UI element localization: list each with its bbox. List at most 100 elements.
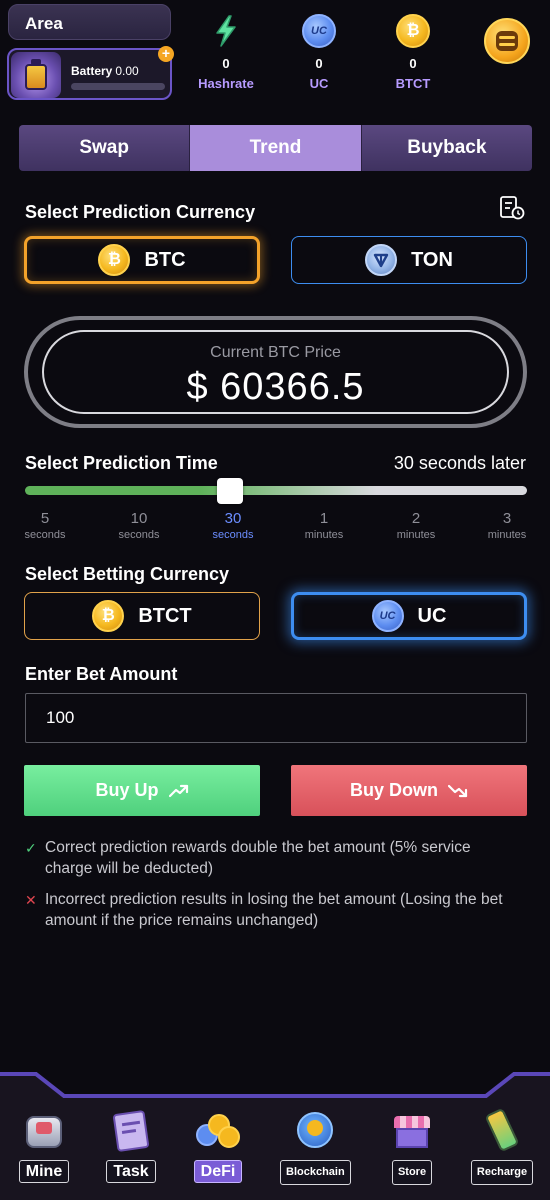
betting-currency-btct-label: BTCT [138, 604, 192, 627]
buy-up-button[interactable]: Buy Up [24, 765, 260, 816]
btct-stat: ₿ 0 BTCT [373, 14, 453, 91]
hashrate-stat: 0 Hashrate [186, 14, 266, 91]
cross-icon: ✕ [25, 892, 37, 908]
nav-store-label: Store [391, 1160, 433, 1185]
nav-task-label: Task [106, 1160, 156, 1183]
hashrate-bolt-icon [209, 14, 243, 48]
time-tick-1-minutes[interactable]: 1 minutes [289, 510, 359, 541]
time-tick-10-seconds[interactable]: 10 seconds [104, 510, 174, 541]
time-tick-30-seconds-value: 30 [224, 510, 242, 527]
battery-label-text: Battery [71, 64, 113, 78]
nav-blockchain-label: Blockchain [280, 1160, 351, 1185]
rule-correct: ✓ Correct prediction rewards double the … [25, 837, 515, 879]
uc-coin-icon: UC [371, 600, 404, 632]
task-icon [109, 1108, 153, 1153]
rule-incorrect: ✕ Incorrect prediction results in losing… [25, 889, 515, 931]
btct-coin-text: ₿ [406, 22, 420, 39]
btc-coin-text: ₿ [107, 251, 121, 268]
nav-blockchain[interactable]: Blockchain [280, 1108, 351, 1185]
store-icon [390, 1108, 434, 1152]
history-record-icon[interactable] [499, 196, 525, 220]
check-icon: ✓ [25, 840, 37, 856]
trend-up-icon [168, 784, 188, 797]
area-button[interactable]: Area [8, 4, 171, 40]
tab-trend[interactable]: Trend [189, 125, 361, 171]
btct-label: BTCT [395, 76, 431, 91]
time-tick-5-seconds[interactable]: 5 seconds [10, 510, 80, 541]
price-label: Current BTC Price [210, 344, 341, 361]
prediction-time-slider-thumb[interactable] [217, 478, 243, 504]
bet-amount-input[interactable] [25, 693, 527, 743]
betting-currency-uc-label: UC [417, 604, 447, 627]
battery-value: 0.00 [115, 64, 139, 78]
hashrate-value: 0 [222, 56, 230, 71]
uc-value: 0 [315, 56, 323, 71]
betting-currency-uc[interactable]: UC UC [291, 592, 527, 640]
nav-defi-label: DeFi [193, 1160, 243, 1183]
time-tick-10-seconds-value: 10 [130, 510, 148, 527]
time-tick-5-seconds-unit: seconds [24, 529, 66, 541]
nav-task[interactable]: Task [96, 1108, 166, 1183]
time-tick-30-seconds[interactable]: 30 seconds [198, 510, 268, 541]
betting-currency-title: Select Betting Currency [25, 564, 230, 584]
uc-coin-icon: UC [302, 14, 336, 48]
prediction-currency-ton[interactable]: TON [291, 236, 527, 284]
time-tick-30-seconds-unit: seconds [212, 529, 254, 541]
prediction-currency-btc-label: BTC [144, 248, 186, 271]
uc-coin-text: UC [311, 25, 327, 37]
buy-up-label: Buy Up [95, 780, 159, 800]
battery-progress-bar [71, 83, 165, 90]
nav-recharge-label: Recharge [470, 1160, 534, 1185]
battery-icon [11, 52, 61, 98]
tab-swap[interactable]: Swap [19, 125, 190, 171]
tab-buyback[interactable]: Buyback [360, 125, 532, 171]
btct-value: 0 [409, 56, 417, 71]
recharge-icon [480, 1107, 524, 1153]
prediction-time-selected: 30 seconds later [393, 453, 526, 473]
price-value: $ 60366.5 [186, 366, 365, 408]
trend-down-icon [448, 784, 468, 797]
nav-defi[interactable]: DeFi [183, 1108, 253, 1183]
time-tick-1-minutes-value: 1 [319, 510, 329, 527]
wallet-menu-icon[interactable] [484, 18, 530, 64]
rule-incorrect-text: Incorrect prediction results in losing t… [45, 891, 503, 929]
prediction-currency-title: Select Prediction Currency [25, 202, 256, 222]
ton-coin-icon [365, 244, 398, 276]
time-tick-2-minutes-unit: minutes [396, 529, 436, 541]
battery-label: Battery 0.00 [71, 64, 139, 78]
time-tick-5-seconds-value: 5 [40, 510, 50, 527]
mine-icon [22, 1108, 66, 1152]
time-tick-3-minutes-unit: minutes [487, 529, 527, 541]
price-display-inner: Current BTC Price $ 60366.5 [42, 330, 509, 414]
buy-down-label: Buy Down [350, 780, 438, 800]
area-label: Area [25, 14, 63, 33]
nav-mine-label: Mine [18, 1160, 70, 1183]
btct-coin-icon: ₿ [92, 600, 125, 632]
uc-coin-text: UC [379, 610, 396, 622]
time-tick-1-minutes-unit: minutes [304, 529, 344, 541]
rule-correct-text: Correct prediction rewards double the be… [45, 839, 471, 877]
time-tick-3-minutes-value: 3 [502, 510, 512, 527]
time-tick-10-seconds-unit: seconds [118, 529, 160, 541]
bottom-nav: Mine Task DeFi Blockchain Store Recharge [0, 1068, 550, 1200]
time-tick-2-minutes[interactable]: 2 minutes [381, 510, 451, 541]
btct-coin-text: ₿ [101, 607, 115, 624]
nav-mine[interactable]: Mine [9, 1108, 79, 1183]
prediction-currency-ton-label: TON [411, 248, 453, 271]
prediction-currency-btc[interactable]: ₿ BTC [24, 236, 260, 284]
blockchain-icon [293, 1108, 337, 1152]
main-tabs: Swap Trend Buyback [19, 125, 532, 171]
betting-currency-btct[interactable]: ₿ BTCT [24, 592, 260, 640]
add-battery-icon[interactable]: + [158, 46, 174, 62]
btc-coin-icon: ₿ [98, 244, 131, 276]
time-tick-3-minutes[interactable]: 3 minutes [472, 510, 542, 541]
defi-icon [196, 1108, 240, 1152]
battery-panel[interactable]: Battery 0.00 [7, 48, 172, 100]
nav-recharge[interactable]: Recharge [467, 1107, 537, 1185]
prediction-time-slider-track[interactable] [25, 486, 527, 495]
bet-amount-title: Enter Bet Amount [25, 664, 178, 684]
price-display: Current BTC Price $ 60366.5 [24, 316, 527, 428]
time-tick-2-minutes-value: 2 [411, 510, 421, 527]
buy-down-button[interactable]: Buy Down [291, 765, 527, 816]
nav-store[interactable]: Store [377, 1108, 447, 1185]
